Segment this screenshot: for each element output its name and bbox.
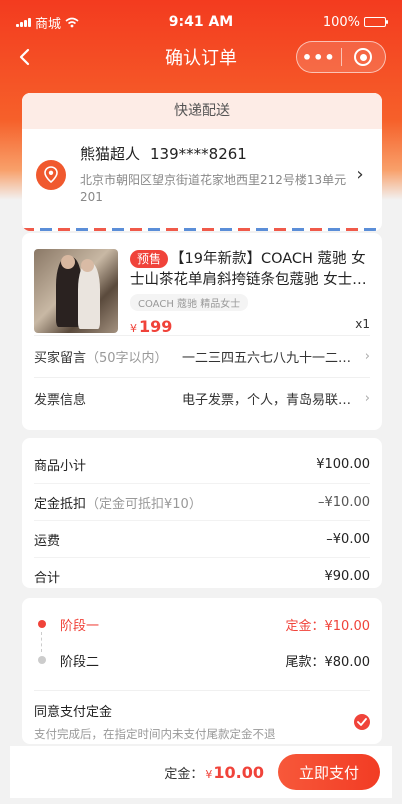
agree-deposit-row[interactable]: 同意支付定金 支付完成后，在指定时间内未支付尾款定金不退 bbox=[34, 690, 370, 742]
deposit-label: 定金： bbox=[164, 766, 204, 782]
product-card: 预售 【19年新款】COACH 蔻驰 女士山茶花单肩斜挎链条包蔻驰 女士… COA… bbox=[22, 233, 382, 430]
address-card: 快递配送 熊猫超人 139****8261 北京市朝阳区望京街道花家地西里212号… bbox=[22, 93, 382, 231]
invoice-value: 电子发票，个人，青岛易联互… bbox=[182, 393, 356, 408]
shipping-row: 运费 –¥0.00 bbox=[34, 520, 370, 557]
product-item[interactable]: 预售 【19年新款】COACH 蔻驰 女士山茶花单肩斜挎链条包蔻驰 女士… COA… bbox=[22, 233, 382, 336]
checkmark-icon[interactable] bbox=[354, 713, 370, 730]
stage-one-row: 阶段一 定金：¥10.00 bbox=[34, 606, 370, 652]
battery-icon bbox=[364, 17, 388, 27]
more-button[interactable]: ••• bbox=[297, 48, 341, 67]
pay-now-button[interactable]: 立即支付 bbox=[278, 754, 380, 790]
stage-dot-icon bbox=[38, 620, 46, 628]
checkout-bar: 定金： ¥10.00 立即支付 bbox=[10, 746, 392, 798]
close-button[interactable] bbox=[342, 48, 386, 66]
deposit-deduction-row: 定金抵扣（定金可抵扣¥10） –¥10.00 bbox=[34, 483, 370, 520]
product-image bbox=[34, 249, 118, 333]
envelope-stripe bbox=[22, 228, 382, 231]
price-summary-card: 商品小计 ¥100.00 定金抵扣（定金可抵扣¥10） –¥10.00 运费 –… bbox=[22, 438, 382, 588]
stage-dot-icon bbox=[38, 656, 46, 664]
product-tag: COACH 蔻驰 精品女士 bbox=[130, 294, 249, 311]
stage-two-row: 阶段二 尾款：¥80.00 bbox=[34, 642, 370, 678]
carrier-label: 商城 bbox=[35, 16, 62, 32]
product-quantity: x1 bbox=[355, 317, 370, 331]
signal-icon bbox=[16, 17, 31, 27]
buyer-message-row[interactable]: 买家留言（50字以内） 一二三四五六七八九十一二三… › bbox=[34, 335, 370, 377]
battery-percent: 100% bbox=[322, 14, 360, 30]
back-button[interactable] bbox=[0, 35, 48, 79]
mini-program-capsule: ••• bbox=[296, 41, 386, 73]
buyer-message-value: 一二三四五六七八九十一二三… bbox=[182, 351, 356, 366]
presale-badge: 预售 bbox=[130, 250, 169, 268]
chevron-right-icon: › bbox=[356, 164, 364, 185]
product-price: ¥199 bbox=[130, 317, 173, 336]
recipient-phone: 139****8261 bbox=[150, 145, 247, 163]
wifi-icon bbox=[65, 17, 79, 27]
subtotal-row: 商品小计 ¥100.00 bbox=[34, 457, 370, 474]
clock: 9:41 AM bbox=[168, 14, 234, 30]
target-icon bbox=[354, 48, 373, 66]
address-detail: 北京市朝阳区望京街道花家地西里212号楼13单元201 bbox=[80, 173, 347, 204]
location-pin-icon bbox=[36, 159, 66, 190]
chevron-left-icon bbox=[19, 48, 30, 66]
chevron-right-icon: › bbox=[364, 391, 370, 406]
deposit-amount: ¥10.00 bbox=[205, 762, 264, 782]
delivery-method-tab[interactable]: 快递配送 bbox=[22, 93, 382, 129]
recipient-name: 熊猫超人 bbox=[80, 145, 141, 163]
nav-bar: 确认订单 ••• bbox=[0, 35, 402, 79]
invoice-row[interactable]: 发票信息 电子发票，个人，青岛易联互… › bbox=[34, 377, 370, 419]
payment-stages-card: 阶段一 定金：¥10.00 阶段二 尾款：¥80.00 同意支付定金 支付完成后… bbox=[22, 598, 382, 744]
total-row: 合计 ¥90.00 bbox=[34, 557, 370, 588]
address-selector[interactable]: 熊猫超人 139****8261 北京市朝阳区望京街道花家地西里212号楼13单元… bbox=[22, 129, 382, 206]
chevron-right-icon: › bbox=[364, 349, 370, 364]
